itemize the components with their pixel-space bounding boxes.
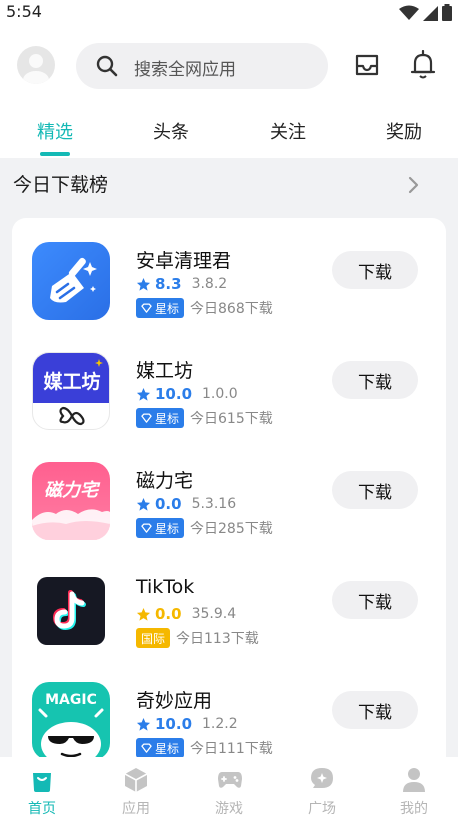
nav-label: 应用 [122,801,150,817]
download-button[interactable]: 下载 [332,471,418,509]
app-rating: 10.0 1.0.0 [136,385,238,403]
app-meta: 星标 今日111下载 [136,738,273,758]
star-icon [136,497,151,511]
app-meta: 星标 今日615下载 [136,408,273,428]
app-name: TikTok [136,576,195,598]
app-rating: 8.3 3.8.2 [136,275,227,293]
list-item[interactable]: 磁力宅 磁力宅 0.0 5.3.16 星标 今日285下载 下载 [12,456,446,566]
app-icon-magic[interactable]: MAGIC [32,682,110,760]
download-button[interactable]: 下载 [332,361,418,399]
app-icon-cilizhai[interactable]: 磁力宅 [32,462,110,540]
app-downloads: 今日868下载 [190,301,273,317]
gamepad-icon [218,772,242,788]
app-meta: 国际 今日113下载 [136,628,259,648]
app-downloads: 今日615下载 [190,411,273,427]
tab-bar: 精选 头条 关注 奖励 [0,106,458,158]
app-downloads: 今日285下载 [190,521,273,537]
star-icon [136,717,151,731]
nav-label: 游戏 [215,801,243,817]
download-button[interactable]: 下载 [332,581,418,619]
inbox-icon[interactable] [354,52,380,78]
app-meta: 星标 今日285下载 [136,518,273,538]
app-version: 5.3.16 [191,496,237,512]
status-time: 5:54 [6,2,42,21]
nav-home[interactable]: 首页 [0,757,88,820]
cube-icon [124,768,148,792]
bottom-nav: 首页 应用 游戏 广场 我的 [0,757,458,820]
star-badge: 星标 [136,738,185,758]
nav-profile[interactable]: 我的 [368,757,458,820]
diamond-icon [141,413,152,423]
app-rating: 0.0 5.3.16 [136,495,236,513]
app-version: 1.0.0 [202,386,238,402]
avatar[interactable] [17,46,55,84]
signal-icon [423,5,438,21]
download-ranking-list: 安卓清理君 8.3 3.8.2 星标 今日868下载 下载 媒工坊 媒工坊 10… [12,218,446,778]
tab-headlines[interactable]: 头条 [153,118,189,144]
search-icon [96,55,118,77]
app-rating: 0.0 35.9.4 [136,605,236,623]
app-downloads: 今日111下载 [190,741,273,757]
star-icon [136,607,151,621]
star-badge: 星标 [136,298,185,318]
app-name: 安卓清理君 [136,250,232,272]
tab-following[interactable]: 关注 [270,118,306,144]
chat-bubble-icon [311,768,333,788]
section-title[interactable]: 今日下载榜 [13,170,108,197]
status-bar: 5:54 [0,0,458,26]
app-score: 10.0 [155,715,193,733]
status-icons [399,4,452,21]
star-badge: 星标 [136,408,185,428]
diamond-icon [141,303,152,313]
app-score: 0.0 [155,495,182,513]
app-icon-tiktok[interactable] [32,572,110,650]
shopping-bag-icon [33,773,51,792]
app-version: 3.8.2 [191,276,228,292]
download-button[interactable]: 下载 [332,251,418,289]
app-downloads: 今日113下载 [176,631,259,647]
top-bar: 搜索全网应用 [0,26,458,106]
app-name: 奇妙应用 [136,690,213,712]
star-icon [136,387,151,401]
nav-plaza[interactable]: 广场 [276,757,368,820]
app-score: 8.3 [155,275,182,293]
nav-label: 我的 [400,801,428,817]
nav-label: 广场 [308,801,336,817]
diamond-icon [141,523,152,533]
app-version: 35.9.4 [191,606,237,622]
app-version: 1.2.2 [202,716,238,732]
app-name: 媒工坊 [136,360,194,382]
app-icon-meigongfang[interactable]: 媒工坊 [32,352,110,430]
tab-indicator [40,152,70,156]
search-placeholder: 搜索全网应用 [134,60,236,80]
star-badge: 星标 [136,518,185,538]
person-icon [403,768,425,792]
list-item[interactable]: 安卓清理君 8.3 3.8.2 星标 今日868下载 下载 [12,236,446,346]
app-icon-cleaner[interactable] [32,242,110,320]
nav-apps[interactable]: 应用 [90,757,182,820]
list-item[interactable]: 媒工坊 媒工坊 10.0 1.0.0 星标 今日615下载 下载 [12,346,446,456]
search-bar[interactable]: 搜索全网应用 [76,43,328,89]
tab-featured[interactable]: 精选 [37,118,73,144]
wifi-icon [399,5,419,20]
nav-games[interactable]: 游戏 [183,757,275,820]
star-icon [136,277,151,291]
nav-label: 首页 [28,801,56,817]
list-item[interactable]: TikTok 0.0 35.9.4 国际 今日113下载 下载 [12,566,446,676]
chevron-right-icon[interactable] [408,176,420,194]
diamond-icon [141,743,152,753]
app-score: 0.0 [155,605,182,623]
battery-icon [442,4,452,21]
app-rating: 10.0 1.2.2 [136,715,238,733]
app-meta: 星标 今日868下载 [136,298,273,318]
bell-icon[interactable] [410,50,436,80]
app-name: 磁力宅 [136,470,194,492]
download-button[interactable]: 下载 [332,691,418,729]
app-score: 10.0 [155,385,193,403]
tab-rewards[interactable]: 奖励 [386,118,422,144]
international-badge: 国际 [136,628,171,648]
